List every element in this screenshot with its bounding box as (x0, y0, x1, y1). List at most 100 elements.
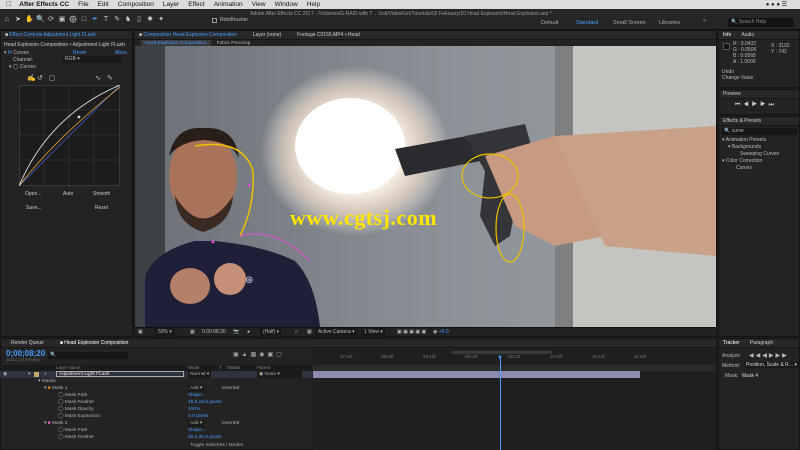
footage-tab[interactable]: Footage C0155.MP4 • Head (297, 31, 360, 39)
tree-animation-presets[interactable]: ▾ Animation Presets (722, 137, 766, 143)
mask-2-path-value[interactable]: Shape... (188, 427, 206, 434)
mask-1-feather-value[interactable]: 15.0,15.0 pixels (188, 399, 222, 406)
zoom-select[interactable]: 50% ▾ (155, 328, 175, 337)
search-help-input[interactable]: 🔍 Search Help (728, 18, 794, 27)
pan-behind-tool-icon[interactable]: ⨁ (69, 16, 77, 24)
roto-brush-tool-icon[interactable]: ✹ (146, 16, 154, 24)
paragraph-tab[interactable]: Paragraph (750, 339, 773, 347)
layer-tab[interactable]: Layer (none) (253, 31, 281, 39)
layer-parent-select[interactable]: ◉ None ▾ (257, 371, 302, 378)
puppet-tool-icon[interactable]: ✦ (157, 16, 165, 24)
mask-2-path-row[interactable]: ◯ Mask Path Shape... (0, 427, 312, 434)
grid-icon[interactable]: ▦ (190, 328, 195, 337)
curve-edit-icon[interactable]: ✎ (107, 74, 113, 82)
menu-help[interactable]: Help (307, 1, 320, 8)
layer-duration-bar[interactable] (313, 371, 640, 378)
render-queue-tab[interactable]: Render Queue (11, 339, 44, 347)
mask-2-mode-select[interactable]: Add ▾ (188, 420, 205, 427)
visibility-icon[interactable]: ◉ (3, 371, 7, 378)
curves-graph[interactable] (19, 85, 120, 186)
info-tab[interactable]: Info (723, 31, 731, 39)
menu-window[interactable]: Window (275, 1, 298, 8)
selection-tool-icon[interactable]: ➤ (14, 16, 22, 24)
layer-name[interactable]: Adjustment Light FLash (56, 371, 184, 377)
curves-reset-button[interactable]: Reset (95, 205, 108, 211)
rectangle-tool-icon[interactable]: □ (80, 16, 88, 24)
audio-tab[interactable]: Audio (741, 31, 754, 39)
show-channel-icon[interactable]: ● (247, 328, 250, 337)
brush-tool-icon[interactable]: ✎ (113, 16, 121, 24)
masks-row[interactable]: ▾ Masks (0, 378, 312, 385)
mask-2-inverted[interactable]: Inverted (222, 420, 239, 427)
tree-sweeping-curves[interactable]: Sweeping Curves (740, 151, 779, 157)
playhead-handle[interactable]: ▼ (497, 355, 503, 361)
tracker-tab[interactable]: Tracker (723, 339, 740, 347)
current-time-display[interactable]: 0:00:08:20 (202, 328, 226, 337)
menu-layer[interactable]: Layer (163, 1, 179, 8)
exposure-value[interactable]: ◉ +0.0 (433, 328, 449, 337)
menu-effect[interactable]: Effect (188, 1, 205, 8)
analyze-controls[interactable]: ◀◀◀▶▶▶ (749, 352, 789, 359)
mask-2-row[interactable]: ▾ ■ Mask 2 Add ▾ Inverted (0, 420, 312, 427)
effects-search-input[interactable]: 🔍 curve (722, 128, 797, 135)
layer-row[interactable]: ◉ ▾ 1 Adjustment Light FLash Normal ▾ ◉ … (0, 371, 312, 378)
mask-2-feather-row[interactable]: ◯ Mask Feather 30.0,30.0 pixels (0, 434, 312, 441)
mask-1-mode-select[interactable]: Add ▾ (188, 385, 205, 392)
type-tool-icon[interactable]: T (102, 16, 110, 24)
workspace-default[interactable]: Default (541, 20, 558, 26)
toggle-switches-modes[interactable]: Toggle Switches / Modes (190, 443, 243, 448)
camera-select[interactable]: Active Camera ▾ (315, 328, 358, 337)
viewer-mask-icon[interactable]: ▣ (138, 328, 143, 337)
pen-tool-icon[interactable]: ✒ (91, 16, 99, 24)
composition-viewer[interactable]: ⊛ (135, 46, 716, 327)
curves-smooth-button[interactable]: Smooth (93, 191, 110, 197)
expand-curve-icon[interactable]: ▢ (49, 74, 56, 82)
composition-timeline-tab[interactable]: ■ Head Explosion Composition (60, 339, 129, 347)
workspace-libraries[interactable]: Libraries (659, 20, 680, 26)
curves-auto-button[interactable]: Auto (63, 191, 73, 197)
mask-1-row[interactable]: ▾ ■ Mask 1 Add ▾ Inverted (0, 385, 312, 392)
rotate-tool-icon[interactable]: ⟳ (47, 16, 55, 24)
timeline-search-input[interactable]: 🔍 (48, 352, 128, 359)
view-layout-select[interactable]: 1 View ▾ (361, 328, 386, 337)
hand-tool-icon[interactable]: ✋ (25, 16, 34, 24)
effect-controls-tab[interactable]: ■ Effect Controls Adjustment Light FLash (1, 31, 132, 40)
menu-view[interactable]: View (252, 1, 266, 8)
snapshot-icon[interactable]: 📷 (233, 328, 239, 337)
mask-1-feather-row[interactable]: ◯ Mask Feather 15.0,15.0 pixels (0, 399, 312, 406)
viewer-option-icons[interactable]: ▣ ▣ ▣ ▣ ▣ (397, 328, 426, 337)
menu-edit[interactable]: Edit (98, 1, 109, 8)
mask-1-opacity-row[interactable]: ◯ Mask Opacity 100% (0, 406, 312, 413)
menu-file[interactable]: File (78, 1, 88, 8)
mask-2-feather-value[interactable]: 30.0,30.0 pixels (188, 434, 222, 441)
home-icon[interactable]: ⌂ (3, 16, 11, 24)
layer-expand-icon[interactable]: ▾ (28, 371, 30, 378)
tree-color-correction[interactable]: ▾ Color Correction (722, 158, 762, 164)
menu-app-name[interactable]: After Effects CC (19, 1, 69, 8)
method-select[interactable]: Position, Scale & R... ▾ (744, 362, 799, 368)
region-icon[interactable]: □ (295, 328, 298, 337)
camera-tool-icon[interactable]: ▣ (58, 16, 66, 24)
tree-backgrounds[interactable]: ▾ Backgrounds (728, 144, 761, 150)
layer-mode-select[interactable]: Normal ▾ (188, 371, 212, 378)
mask-1-expansion-row[interactable]: ◯ Mask Expansion 0.0 pixels (0, 413, 312, 420)
resolution-select[interactable]: (Half) ▾ (260, 328, 283, 337)
zoom-tool-icon[interactable]: 🔍 (36, 16, 45, 24)
rotobrush-checkbox[interactable] (212, 18, 217, 23)
curves-open-button[interactable]: Open... (25, 191, 41, 197)
composition-tab[interactable]: ■ Composition Head Explosion Composition (139, 31, 237, 39)
timeline-switch-icons[interactable]: ▣▲▩◉▣▢ (233, 351, 285, 358)
pencil-curve-icon[interactable]: ↺ (37, 74, 43, 82)
workspace-standard[interactable]: Standard (576, 20, 598, 26)
mask-1-path-row[interactable]: ◯ Mask Path Shape... (0, 392, 312, 399)
eraser-tool-icon[interactable]: ▯ (135, 16, 143, 24)
clone-stamp-tool-icon[interactable]: ♞ (124, 16, 132, 24)
mask-1-opacity-value[interactable]: 100% (188, 406, 200, 413)
workspace-menu-icon[interactable]: » (703, 18, 706, 24)
mask-1-path-value[interactable]: Shape... (188, 392, 206, 399)
smooth-curve-icon[interactable]: ∿ (95, 74, 101, 82)
mask-1-inverted[interactable]: Inverted (222, 385, 239, 392)
menu-animation[interactable]: Animation (214, 1, 243, 8)
channel-select[interactable]: RGB ▾ (63, 56, 121, 63)
playback-controls[interactable]: ⏮◀▶▶⏭ (735, 102, 777, 109)
